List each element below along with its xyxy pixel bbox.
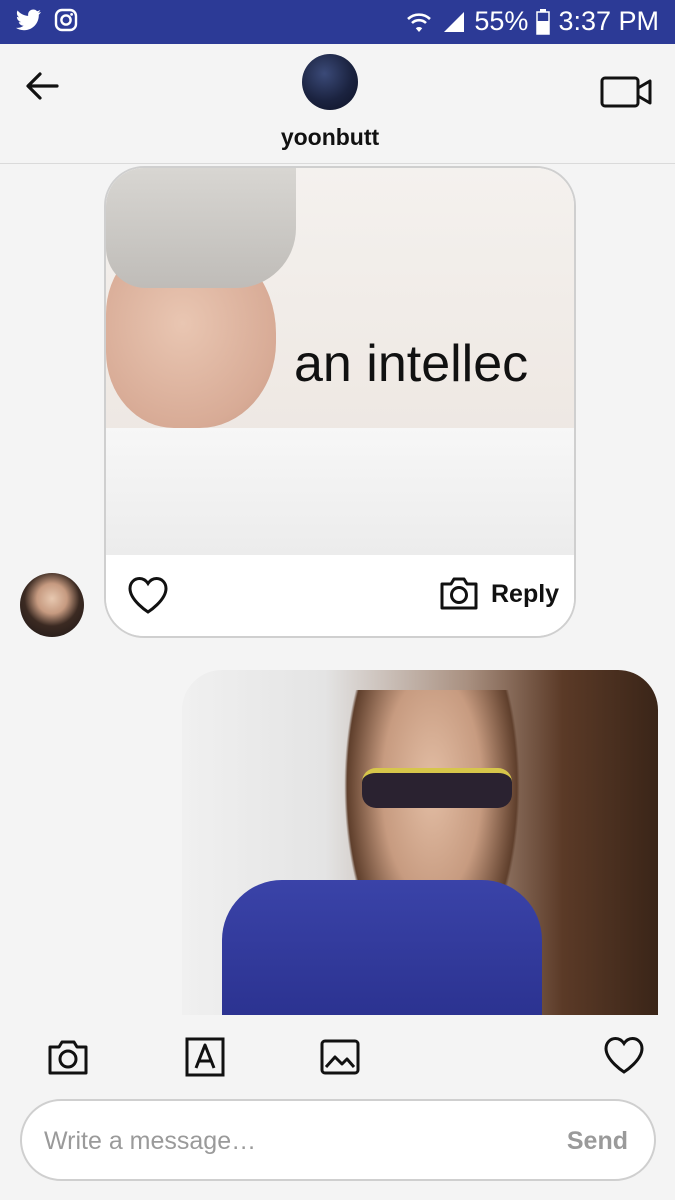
- video-camera-icon: [600, 76, 652, 108]
- wifi-icon: [407, 12, 432, 32]
- video-call-button[interactable]: [599, 72, 653, 112]
- camera-icon: [48, 1040, 88, 1075]
- camera-button[interactable]: [46, 1035, 90, 1079]
- back-button[interactable]: [22, 66, 62, 106]
- heart-icon: [128, 576, 168, 614]
- send-button[interactable]: Send: [567, 1127, 628, 1156]
- chat-header: yoonbutt: [0, 44, 675, 164]
- message-photo[interactable]: an intellec: [106, 168, 574, 555]
- letter-a-icon: [185, 1037, 225, 1077]
- clock: 3:37 PM: [558, 6, 659, 36]
- message-input[interactable]: [44, 1117, 544, 1165]
- sender-avatar[interactable]: [20, 573, 84, 637]
- instagram-icon: [54, 8, 78, 32]
- battery-icon: [536, 8, 551, 35]
- twitter-icon: [16, 9, 41, 31]
- text-sticker-button[interactable]: [183, 1035, 227, 1079]
- composer-toolbar: Send: [0, 1015, 675, 1200]
- back-arrow-icon: [26, 72, 59, 100]
- camera-icon: [440, 577, 478, 610]
- contact-avatar[interactable]: [302, 54, 358, 110]
- message-composer: Send: [20, 1099, 656, 1181]
- gallery-button[interactable]: [318, 1035, 362, 1079]
- message-image-card[interactable]: [182, 670, 658, 1015]
- contact-username[interactable]: yoonbutt: [0, 124, 660, 151]
- status-bar: 55% 3:37 PM: [0, 0, 675, 44]
- status-right: 55% 3:37 PM: [404, 6, 659, 37]
- photo-caption-text: an intellec: [294, 335, 529, 393]
- like-button[interactable]: [126, 575, 170, 615]
- message-actions: Reply: [106, 555, 574, 636]
- like-button[interactable]: [602, 1035, 646, 1079]
- reply-button[interactable]: Reply: [491, 580, 559, 609]
- status-left-icons: [16, 8, 78, 32]
- signal-icon: [444, 11, 465, 32]
- message-image-card[interactable]: an intellec Reply: [104, 166, 576, 638]
- reply-camera-button[interactable]: [438, 575, 480, 611]
- battery-percent: 55%: [474, 6, 529, 36]
- heart-icon: [604, 1036, 644, 1074]
- image-icon: [320, 1039, 360, 1075]
